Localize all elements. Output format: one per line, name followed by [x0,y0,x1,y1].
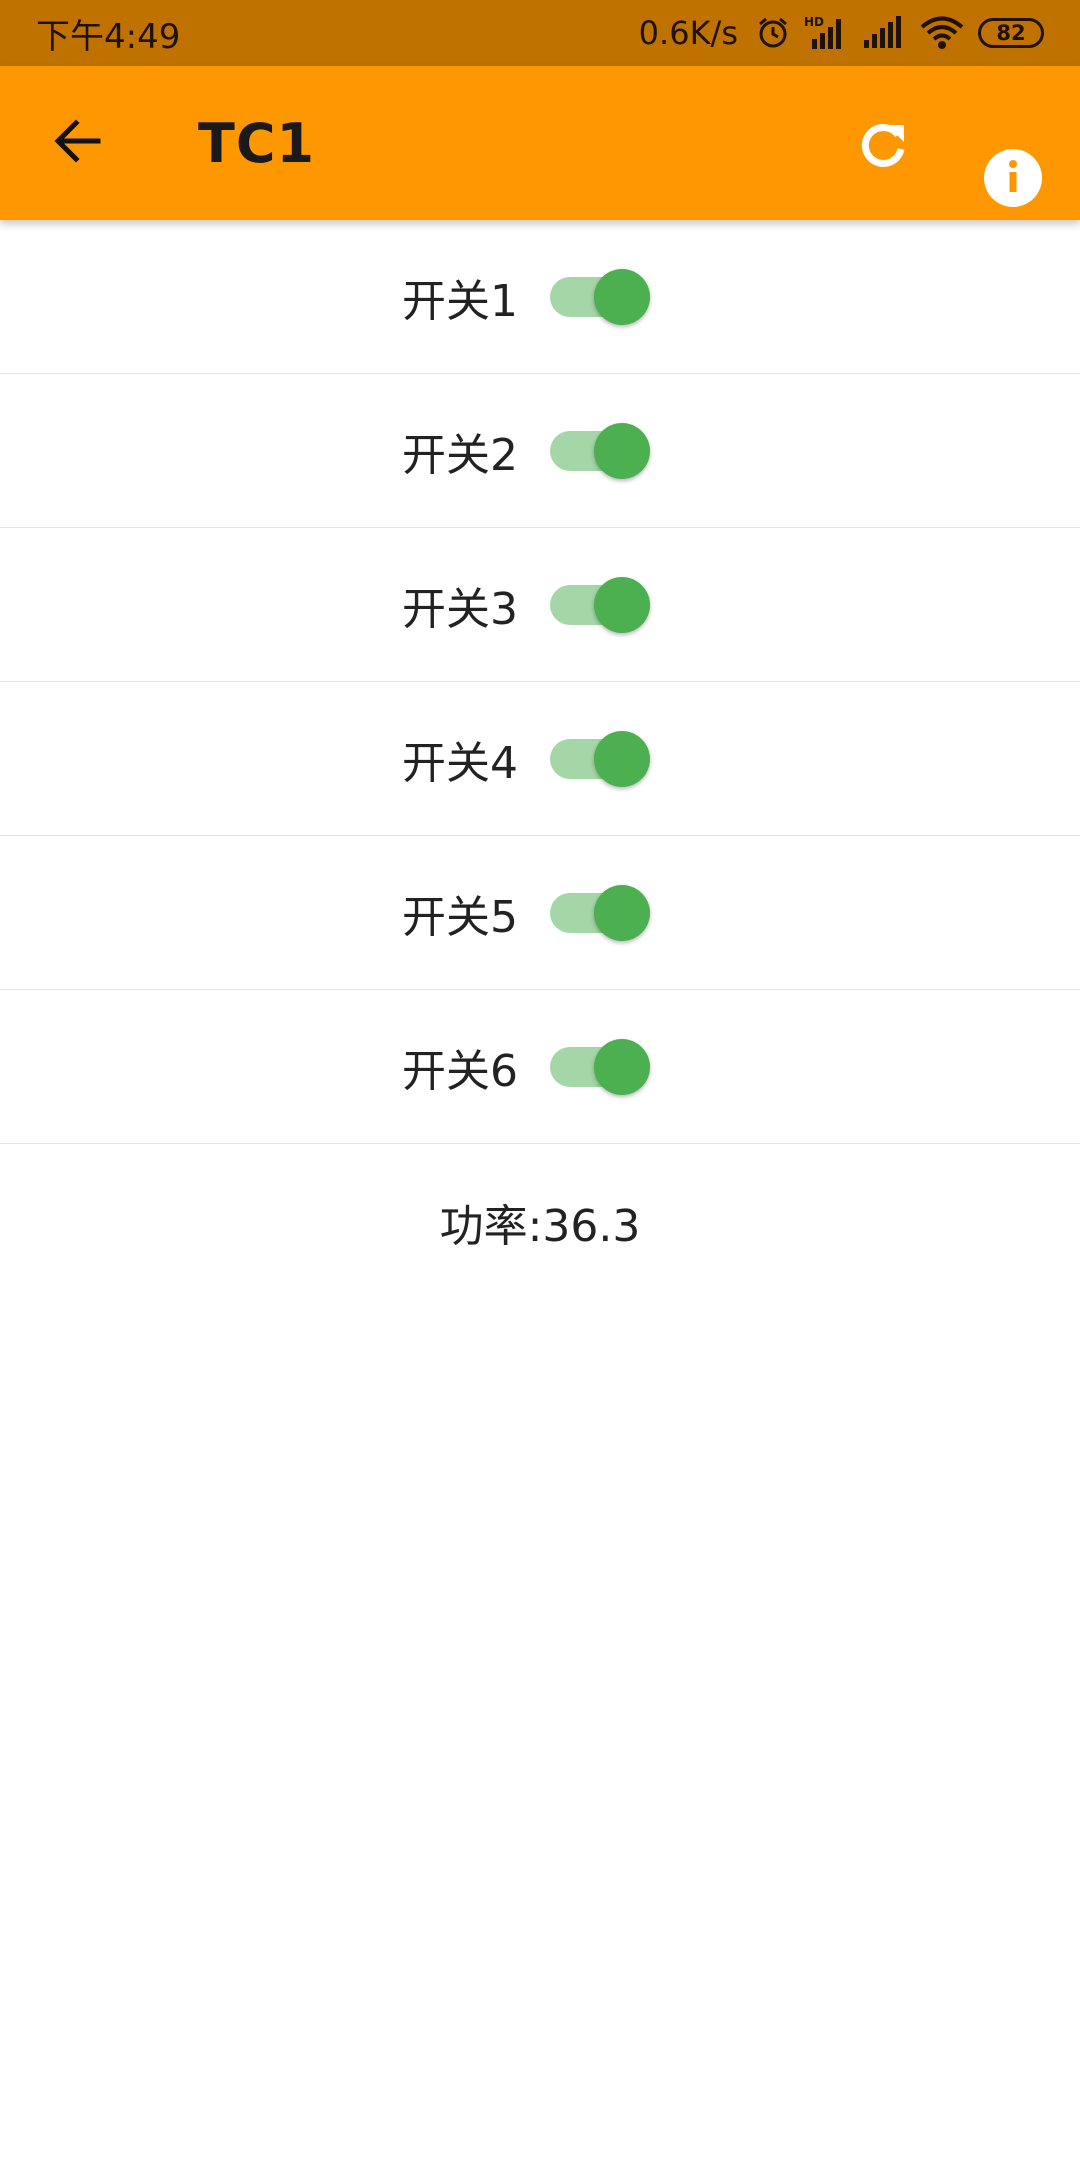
switch-row-2: 开关2 [0,374,1080,528]
switch-toggle-3[interactable] [550,576,650,633]
toggle-thumb [594,884,650,941]
switch-toggle-1[interactable] [550,268,650,325]
toggle-thumb [594,1038,650,1095]
switch-label: 开关2 [402,429,518,481]
status-bar: 下午4:49 0.6K/s HD 82 [0,0,1080,66]
switch-list: 开关1 开关2 开关3 开关4 开关5 开关6 [0,220,1080,1144]
network-speed: 0.6K/s [638,14,738,52]
switch-row-5: 开关5 [0,836,1080,990]
power-readout: 功率:36.3 [439,1201,641,1252]
info-icon [984,147,1042,209]
refresh-button[interactable] [848,112,918,182]
switch-toggle-2[interactable] [550,422,650,479]
back-button[interactable] [42,108,112,178]
page-title: TC1 [198,112,316,175]
toggle-thumb [594,268,650,325]
switch-toggle-5[interactable] [550,884,650,941]
switch-label: 开关1 [402,275,518,327]
switch-label: 开关4 [402,737,518,789]
arrow-back-icon [52,119,102,167]
switch-row-3: 开关3 [0,528,1080,682]
status-time: 下午4:49 [36,16,181,57]
switch-label: 开关6 [402,1045,518,1097]
switch-row-1: 开关1 [0,220,1080,374]
status-icons: 0.6K/s HD 82 [639,14,1044,52]
switch-row-6: 开关6 [0,990,1080,1144]
info-button[interactable] [984,149,1042,207]
alarm-icon [756,16,790,50]
toggle-thumb [594,576,650,633]
refresh-icon [857,119,909,175]
toggle-thumb [594,422,650,479]
switch-label: 开关5 [402,891,518,943]
hd-label: HD [804,15,824,29]
app-bar: TC1 [0,66,1080,220]
signal-icon [862,16,906,50]
switch-label: 开关3 [402,583,518,635]
switch-toggle-6[interactable] [550,1038,650,1095]
battery-indicator: 82 [978,18,1044,48]
wifi-icon [920,16,964,50]
hd-signal-icon: HD [804,15,848,51]
switch-toggle-4[interactable] [550,730,650,787]
switch-row-4: 开关4 [0,682,1080,836]
toggle-thumb [594,730,650,787]
